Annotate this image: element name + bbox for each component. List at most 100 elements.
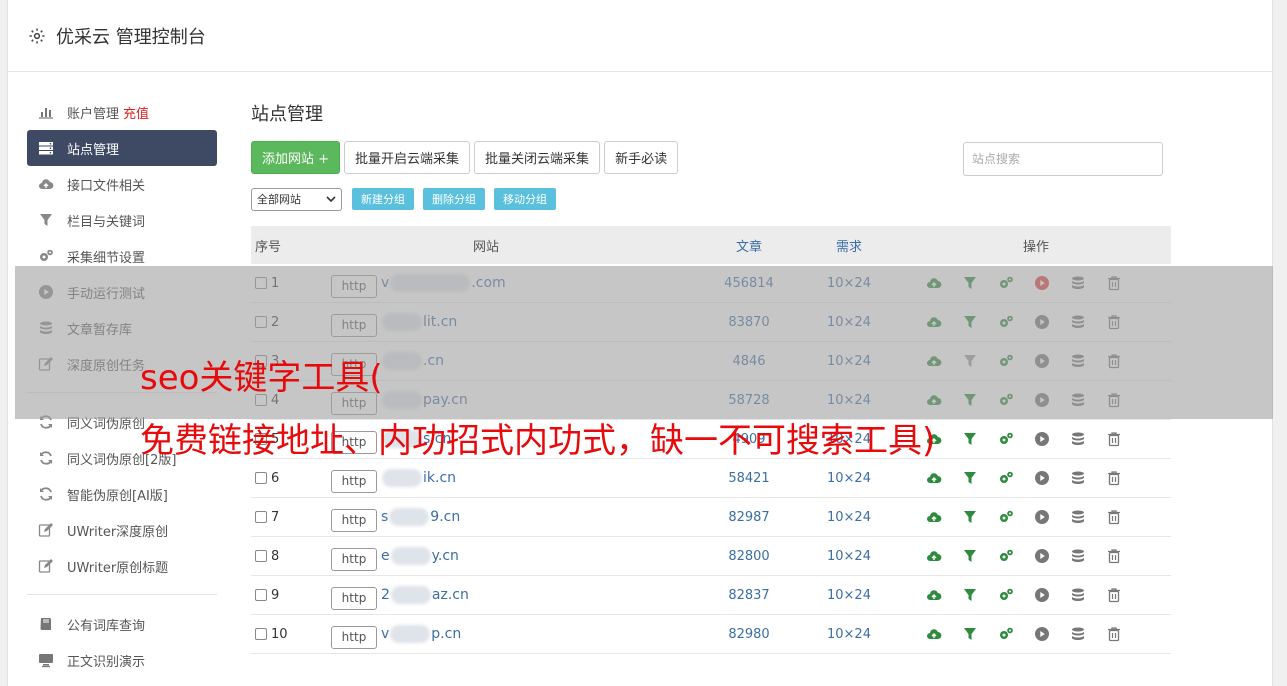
play-circle-icon[interactable] — [1024, 626, 1060, 642]
filter-icon[interactable] — [952, 548, 988, 564]
sidebar-item-g3-0[interactable]: 公有词库查询 — [27, 606, 217, 642]
row-demand[interactable]: 10×24 — [797, 549, 901, 564]
database-icon[interactable] — [1060, 548, 1096, 564]
database-icon[interactable] — [1060, 587, 1096, 603]
header-no: 序号 — [255, 239, 282, 255]
add-site-button[interactable]: 添加网站 + — [251, 141, 341, 174]
row-number: 8 — [271, 548, 280, 564]
cloud-upload-icon[interactable] — [916, 587, 952, 603]
protocol-badge[interactable]: http — [331, 469, 377, 493]
cloud-upload-icon[interactable] — [916, 470, 952, 486]
row-checkbox[interactable] — [255, 550, 267, 562]
play-circle-icon[interactable] — [1024, 431, 1060, 447]
table-header: 序号 网站 文章 需求 操作 — [251, 226, 1171, 264]
protocol-badge[interactable]: http — [331, 508, 377, 532]
domain-end: 9.cn — [430, 509, 461, 525]
recharge-link[interactable]: 充值 — [123, 103, 149, 122]
database-icon[interactable] — [1060, 470, 1096, 486]
database-icon[interactable] — [1060, 431, 1096, 447]
site-domain-link[interactable]: 2 az.cn — [381, 586, 469, 604]
cloud-upload-icon — [38, 176, 54, 192]
trash-icon[interactable] — [1096, 470, 1132, 486]
protocol-badge[interactable]: http — [331, 625, 377, 649]
row-articles[interactable]: 82837 — [701, 588, 797, 603]
play-circle-icon[interactable] — [1024, 470, 1060, 486]
gears-icon[interactable] — [988, 548, 1024, 564]
row-no-cell: 6 — [251, 471, 331, 486]
move-group-button[interactable]: 移动分组 — [494, 188, 556, 210]
sidebar-divider — [27, 594, 217, 595]
gears-icon[interactable] — [988, 470, 1024, 486]
trash-icon[interactable] — [1096, 587, 1132, 603]
site-domain-link[interactable]: v p.cn — [381, 625, 461, 643]
row-articles[interactable]: 82987 — [701, 510, 797, 525]
sidebar-item-g3-1[interactable]: 正文识别演示 — [27, 642, 217, 678]
row-number: 7 — [271, 509, 280, 525]
filter-icon[interactable] — [952, 626, 988, 642]
trash-icon[interactable] — [1096, 509, 1132, 525]
protocol-badge[interactable]: http — [331, 586, 377, 610]
filter-icon[interactable] — [952, 509, 988, 525]
batch-close-cloud-button[interactable]: 批量关闭云端采集 — [474, 141, 601, 174]
database-icon[interactable] — [1060, 509, 1096, 525]
row-ops — [901, 509, 1171, 525]
sidebar-item-g1-1[interactable]: 站点管理 — [27, 130, 217, 166]
cloud-upload-icon[interactable] — [916, 626, 952, 642]
header-articles: 文章 — [735, 239, 762, 255]
row-checkbox[interactable] — [255, 511, 267, 523]
row-articles[interactable]: 82980 — [701, 627, 797, 642]
sidebar-item-g2-3[interactable]: UWriter深度原创 — [27, 512, 217, 548]
batch-open-cloud-button[interactable]: 批量开启云端采集 — [344, 141, 471, 174]
trash-icon[interactable] — [1096, 431, 1132, 447]
site-domain-link[interactable]: ik.cn — [381, 469, 456, 487]
filter-icon[interactable] — [952, 587, 988, 603]
domain-end: p.cn — [431, 626, 462, 642]
sidebar-item-g1-3[interactable]: 栏目与关键词 — [27, 202, 217, 238]
table-row: 9 http 2 az.cn 82837 10×24 — [251, 576, 1171, 615]
monitor-icon — [38, 652, 54, 668]
row-no-cell: 7 — [251, 510, 331, 525]
row-articles[interactable]: 58421 — [701, 471, 797, 486]
site-group-select[interactable]: 全部网站 — [251, 187, 342, 211]
play-circle-icon[interactable] — [1024, 509, 1060, 525]
row-demand[interactable]: 10×24 — [797, 510, 901, 525]
trash-icon[interactable] — [1096, 548, 1132, 564]
table-row: 10 http v p.cn 82980 10×24 — [251, 615, 1171, 654]
filter-icon[interactable] — [952, 431, 988, 447]
new-group-button[interactable]: 新建分组 — [352, 188, 414, 210]
row-ops — [901, 626, 1171, 642]
play-circle-icon[interactable] — [1024, 548, 1060, 564]
row-site-cell: http e y.cn — [331, 542, 701, 571]
sidebar-item-g1-2[interactable]: 接口文件相关 — [27, 166, 217, 202]
row-demand[interactable]: 10×24 — [797, 588, 901, 603]
gears-icon[interactable] — [988, 626, 1024, 642]
sidebar-item-g2-4[interactable]: UWriter原创标题 — [27, 548, 217, 584]
sidebar-item-g1-0[interactable]: 账户管理 充值 — [27, 94, 217, 130]
guide-button[interactable]: 新手必读 — [604, 141, 679, 174]
server-icon — [38, 140, 54, 156]
database-icon[interactable] — [1060, 626, 1096, 642]
domain-end: y.cn — [431, 548, 459, 564]
cloud-upload-icon[interactable] — [916, 548, 952, 564]
edit-icon — [38, 522, 54, 538]
gears-icon[interactable] — [988, 431, 1024, 447]
row-checkbox[interactable] — [255, 472, 267, 484]
cloud-upload-icon[interactable] — [916, 509, 952, 525]
sidebar-item-g2-2[interactable]: 智能伪原创[AI版] — [27, 476, 217, 512]
filter-icon[interactable] — [952, 470, 988, 486]
protocol-badge[interactable]: http — [331, 547, 377, 571]
site-group-select-value: 全部网站 — [257, 193, 301, 206]
row-checkbox[interactable] — [255, 628, 267, 640]
gears-icon[interactable] — [988, 587, 1024, 603]
delete-group-button[interactable]: 删除分组 — [423, 188, 485, 210]
play-circle-icon[interactable] — [1024, 587, 1060, 603]
site-search-input[interactable] — [963, 142, 1163, 176]
row-demand[interactable]: 10×24 — [797, 627, 901, 642]
row-checkbox[interactable] — [255, 589, 267, 601]
row-articles[interactable]: 82800 — [701, 549, 797, 564]
trash-icon[interactable] — [1096, 626, 1132, 642]
gears-icon[interactable] — [988, 509, 1024, 525]
site-domain-link[interactable]: e y.cn — [381, 547, 459, 565]
site-domain-link[interactable]: s 9.cn — [381, 508, 460, 526]
row-demand[interactable]: 10×24 — [797, 471, 901, 486]
